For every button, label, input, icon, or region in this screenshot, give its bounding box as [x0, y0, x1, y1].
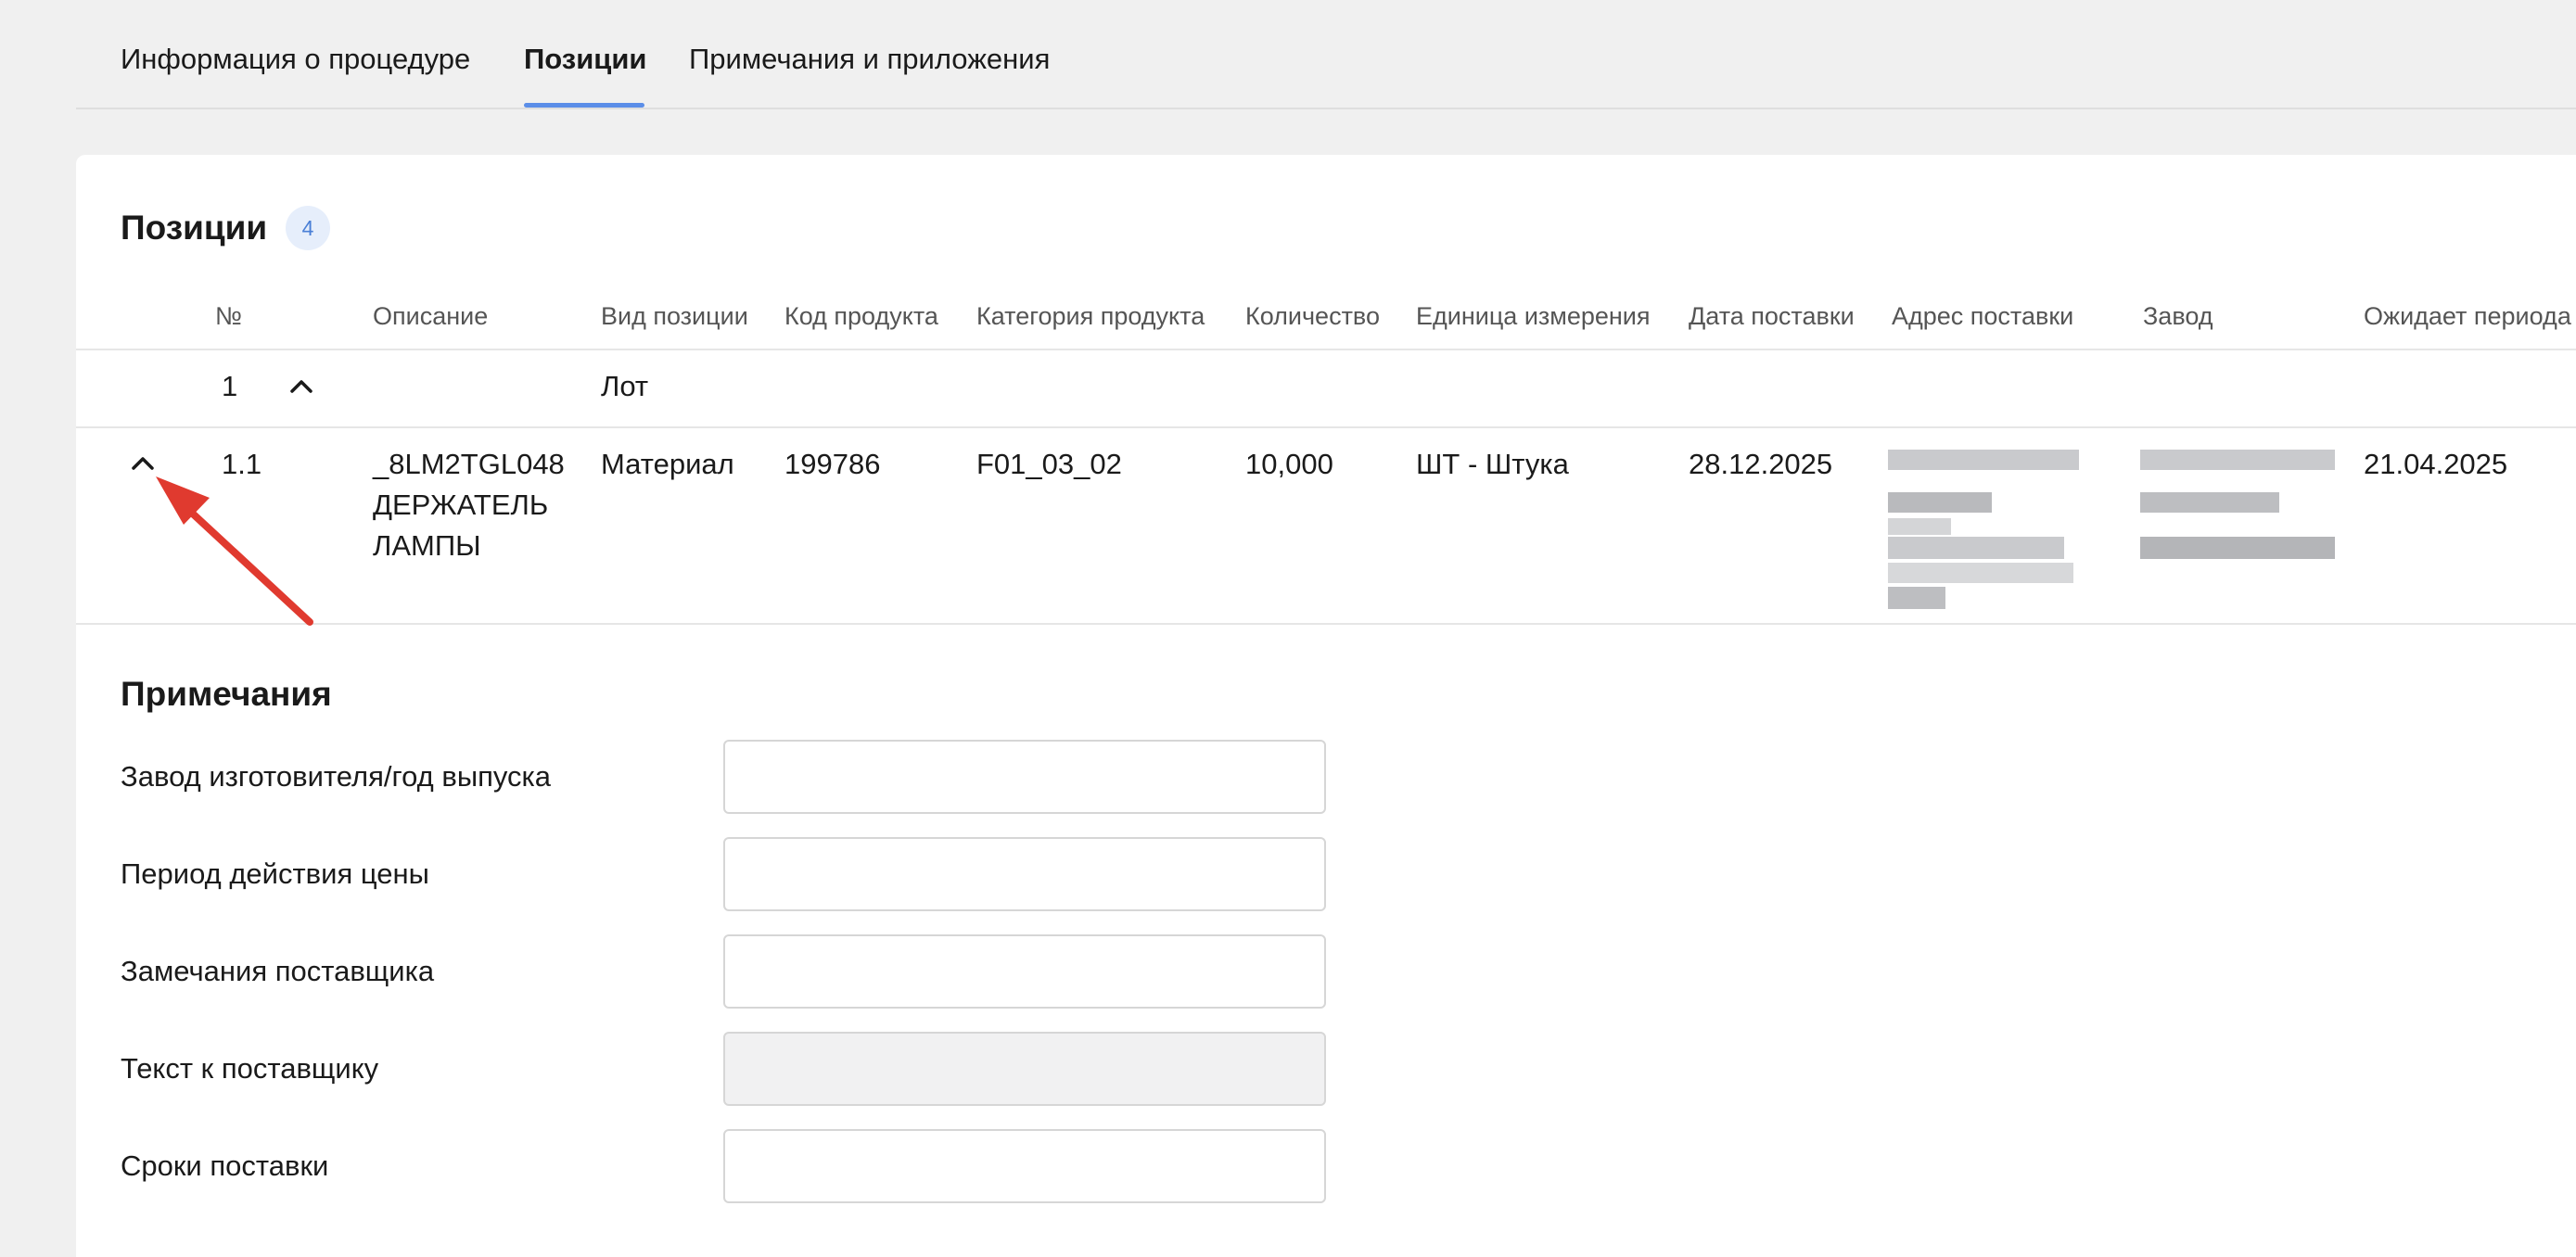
- note-label-price-period: Период действия цены: [121, 857, 429, 890]
- note-label-delivery-terms: Сроки поставки: [121, 1149, 329, 1182]
- item-delivery-date: 28.12.2025: [1689, 448, 1833, 480]
- tab-bar: Информация о процедуре Позиции Примечани…: [76, 0, 2576, 109]
- item-type: Материал: [601, 448, 734, 480]
- active-tab-indicator: [524, 103, 644, 108]
- lot-row-divider: [76, 426, 2576, 428]
- item-row-divider: [76, 623, 2576, 625]
- price-period-input[interactable]: [723, 837, 1326, 911]
- column-header-quantity: Количество: [1245, 302, 1380, 330]
- lot-number: 1: [222, 370, 238, 402]
- positions-count-badge: 4: [286, 206, 330, 250]
- chevron-up-icon[interactable]: [129, 450, 157, 477]
- item-unit: ШТ - Штука: [1416, 448, 1569, 480]
- supplier-remarks-input[interactable]: [723, 934, 1326, 1009]
- tab-notes-attachments[interactable]: Примечания и приложения: [689, 43, 1050, 76]
- lot-type: Лот: [601, 370, 649, 402]
- column-header-product-code: Код продукта: [784, 302, 938, 330]
- delivery-terms-input[interactable]: [723, 1129, 1326, 1203]
- item-description-line-1: _8LM2TGL048: [373, 448, 565, 480]
- note-label-manufacturer: Завод изготовителя/год выпуска: [121, 760, 552, 793]
- positions-title: Позиции: [121, 209, 268, 247]
- positions-card: Позиции 4 № Описание Вид позиции Код про…: [76, 155, 2576, 1257]
- item-description-line-2: ДЕРЖАТЕЛЬ: [373, 489, 549, 521]
- item-category: F01_03_02: [976, 448, 1122, 480]
- item-awaiting-date: 21.04.2025: [2364, 448, 2508, 480]
- text-to-supplier-input: [723, 1032, 1326, 1106]
- column-header-number: №: [215, 302, 242, 330]
- column-header-delivery-date: Дата поставки: [1689, 302, 1855, 330]
- table-header-divider: [76, 349, 2576, 350]
- notes-title: Примечания: [121, 675, 332, 713]
- item-product-code: 199786: [784, 448, 881, 480]
- item-description-line-3: ЛАМПЫ: [373, 529, 481, 562]
- column-header-position-type: Вид позиции: [601, 302, 748, 330]
- column-header-unit: Единица измерения: [1416, 302, 1651, 330]
- column-header-delivery-address: Адрес поставки: [1892, 302, 2074, 330]
- item-quantity: 10,000: [1245, 448, 1333, 480]
- column-header-product-category: Категория продукта: [976, 302, 1205, 330]
- column-header-plant: Завод: [2143, 302, 2213, 330]
- column-header-awaiting-period: Ожидает периода: [2364, 302, 2571, 330]
- column-header-description: Описание: [373, 302, 489, 330]
- tab-positions[interactable]: Позиции: [524, 43, 646, 76]
- manufacturer-year-input[interactable]: [723, 740, 1326, 814]
- note-label-supplier-remarks: Замечания поставщика: [121, 955, 435, 987]
- note-label-text-to-supplier: Текст к поставщику: [121, 1052, 379, 1085]
- tab-procedure-info[interactable]: Информация о процедуре: [121, 43, 470, 76]
- chevron-up-icon[interactable]: [287, 373, 315, 400]
- item-number: 1.1: [222, 448, 262, 480]
